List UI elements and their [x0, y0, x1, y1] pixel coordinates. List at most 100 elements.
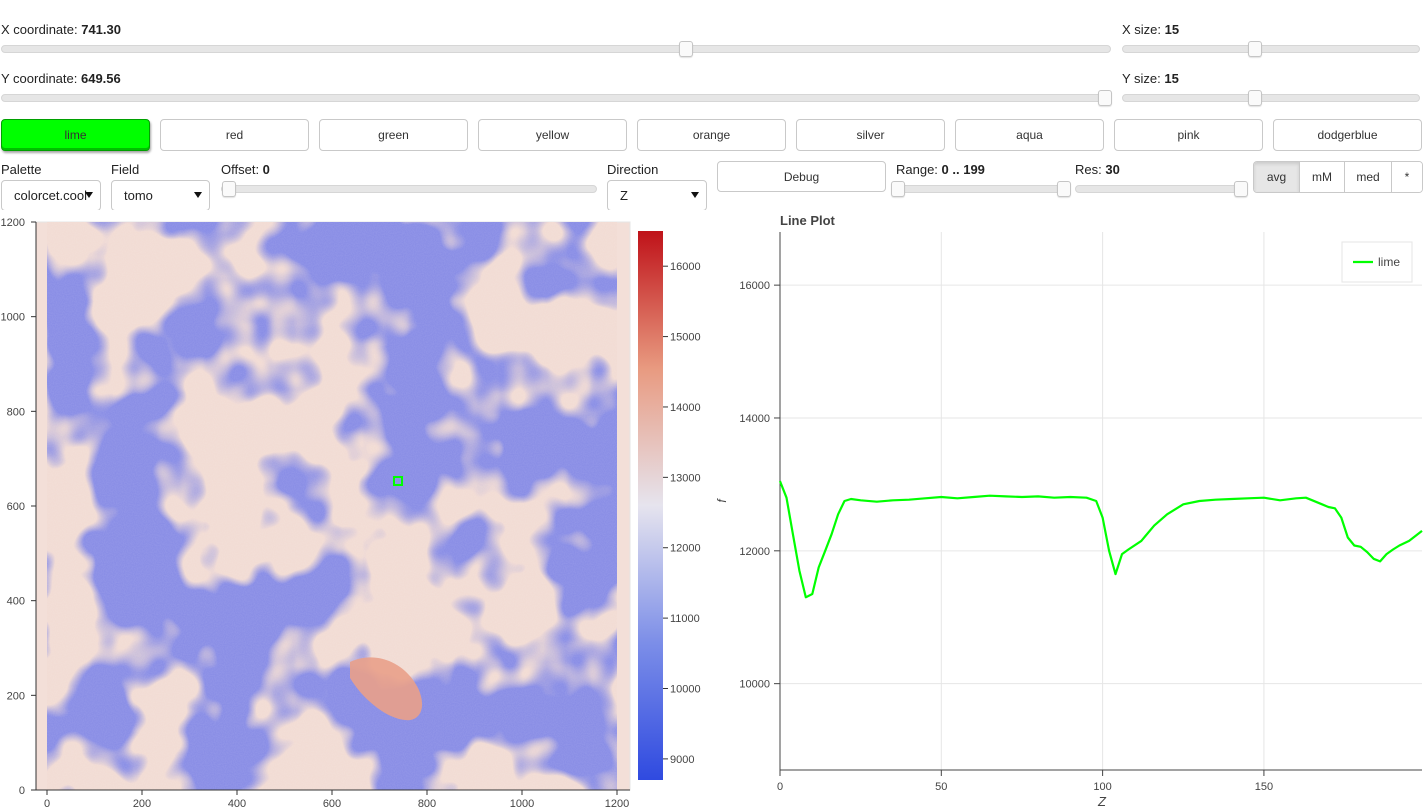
image-y-tick-label: 0 — [19, 785, 25, 797]
y-size-label-text: Y size: — [1122, 71, 1165, 86]
palette-select[interactable]: colorcet.cool — [1, 180, 101, 211]
y-coordinate-value: 649.56 — [80, 71, 121, 86]
image-view[interactable]: 0 200 400 600 800 1000 1200 0 200 400 600 800 1000 1… — [0, 210, 712, 810]
x-size-value: 15 — [1164, 22, 1180, 37]
res-label-text: Res: — [1075, 162, 1106, 177]
direction-label: Direction — [607, 162, 659, 177]
y-size-value: 15 — [1164, 71, 1179, 86]
colorbar-tick-label: 13000 — [670, 472, 701, 484]
statistic-mode-group: avg mM med * — [1253, 161, 1423, 193]
legend-box — [1341, 241, 1413, 283]
x-size-label: X size: 15 — [1122, 22, 1179, 37]
image-x-tick-label: 600 — [323, 798, 341, 810]
range-value: 0 .. 199 — [941, 162, 985, 177]
x-coordinate-slider[interactable] — [1, 41, 1111, 57]
offset-label-text: Offset: — [221, 162, 263, 177]
x-size-slider-handle[interactable] — [1247, 41, 1262, 57]
line-plot-x-axis: 0 50 100 150 — [777, 770, 1273, 793]
x-coordinate-label-text: X coordinate: — [1, 22, 82, 37]
colorbar — [638, 231, 663, 780]
color-button-aqua[interactable]: aqua — [955, 119, 1104, 151]
image-y-tick-label: 1200 — [1, 217, 25, 229]
image-x-tick-label: 1000 — [510, 798, 534, 810]
x-coordinate-value: 741.30 — [81, 22, 121, 37]
image-y-tick-label: 600 — [7, 501, 25, 513]
field-select-value: tomo — [124, 188, 153, 203]
image-x-tick-label: 200 — [133, 798, 151, 810]
y-coordinate-slider-handle[interactable] — [1098, 90, 1112, 106]
line-plot-x-label: Z — [1097, 794, 1107, 809]
y-tick-label: 10000 — [739, 679, 770, 691]
x-size-slider[interactable] — [1122, 41, 1420, 57]
color-button-green[interactable]: green — [319, 119, 468, 151]
color-button-yellow[interactable]: yellow — [478, 119, 627, 151]
x-coordinate-slider-handle[interactable] — [679, 41, 694, 57]
offset-value: 0 — [262, 162, 270, 177]
x-tick-label: 100 — [1093, 781, 1111, 793]
field-select[interactable]: tomo — [111, 180, 210, 211]
image-x-tick-label: 400 — [228, 798, 246, 810]
colorbar-tick-label: 15000 — [670, 332, 701, 344]
line-plot-y-label: f — [715, 498, 729, 503]
y-coordinate-label-text: Y coordinate: — [1, 71, 81, 86]
colorbar-tick-label: 9000 — [670, 754, 694, 766]
y-size-slider[interactable] — [1122, 90, 1420, 106]
stat-mode-med[interactable]: med — [1345, 162, 1392, 192]
image-plot-area — [35, 221, 631, 791]
stat-mode-mm[interactable]: mM — [1300, 162, 1345, 192]
color-button-lime[interactable]: lime — [1, 119, 150, 151]
colorbar-tick-label: 16000 — [670, 261, 701, 273]
offset-slider[interactable] — [221, 181, 597, 197]
image-x-tick-label: 1200 — [605, 798, 629, 810]
colorbar-tick-label: 12000 — [670, 543, 701, 555]
x-tick-label: 150 — [1255, 781, 1273, 793]
colorbar-tick-label: 11000 — [670, 613, 700, 625]
line-plot[interactable]: Line Plot 10000 12000 14000 16000 0 50 100 150… — [714, 205, 1426, 810]
line-plot-title: Line Plot — [780, 213, 836, 228]
legend-label-lime: lime — [1378, 255, 1400, 269]
offset-slider-handle[interactable] — [222, 181, 236, 197]
range-label: Range: 0 .. 199 — [896, 162, 985, 177]
image-y-tick-label: 1000 — [1, 312, 25, 324]
y-size-label: Y size: 15 — [1122, 71, 1179, 86]
image-y-tick-label: 200 — [7, 690, 25, 702]
debug-button[interactable]: Debug — [717, 161, 886, 192]
chevron-down-icon — [194, 192, 202, 198]
chevron-down-icon — [85, 192, 93, 198]
offset-label: Offset: 0 — [221, 162, 270, 177]
y-size-slider-handle[interactable] — [1247, 90, 1262, 106]
y-coordinate-label: Y coordinate: 649.56 — [1, 71, 121, 86]
range-slider[interactable] — [891, 181, 1071, 197]
colorbar-tick-label: 14000 — [670, 402, 701, 414]
res-value: 30 — [1105, 162, 1120, 177]
color-button-orange[interactable]: orange — [637, 119, 786, 151]
color-button-dodgerblue[interactable]: dodgerblue — [1273, 119, 1422, 151]
image-y-tick-label: 800 — [7, 406, 25, 418]
x-tick-label: 50 — [935, 781, 947, 793]
stat-mode-avg[interactable]: avg — [1254, 162, 1300, 192]
color-button-red[interactable]: red — [160, 119, 309, 151]
direction-select[interactable]: Z — [607, 180, 707, 211]
slice-texture — [47, 222, 617, 790]
direction-select-value: Z — [620, 188, 628, 203]
series-line-lime — [778, 480, 1423, 599]
y-coordinate-slider[interactable] — [1, 90, 1112, 106]
palette-select-value: colorcet.cool — [14, 188, 87, 203]
palette-label: Palette — [1, 162, 42, 177]
res-label: Res: 30 — [1075, 162, 1120, 177]
range-slider-low-handle[interactable] — [891, 181, 905, 197]
image-y-tick-label: 400 — [7, 596, 25, 608]
stat-mode-all[interactable]: * — [1392, 162, 1422, 192]
res-slider[interactable] — [1075, 181, 1248, 197]
image-x-tick-label: 800 — [418, 798, 436, 810]
range-slider-high-handle[interactable] — [1057, 181, 1071, 197]
color-button-silver[interactable]: silver — [796, 119, 945, 151]
image-x-tick-label: 0 — [44, 798, 50, 810]
x-tick-label: 0 — [777, 781, 783, 793]
colorbar-tick-label: 10000 — [670, 684, 701, 696]
color-button-pink[interactable]: pink — [1114, 119, 1263, 151]
y-tick-label: 12000 — [739, 546, 770, 558]
y-tick-label: 16000 — [739, 280, 770, 292]
res-slider-handle[interactable] — [1234, 181, 1248, 197]
x-size-label-text: X size: — [1122, 22, 1165, 37]
